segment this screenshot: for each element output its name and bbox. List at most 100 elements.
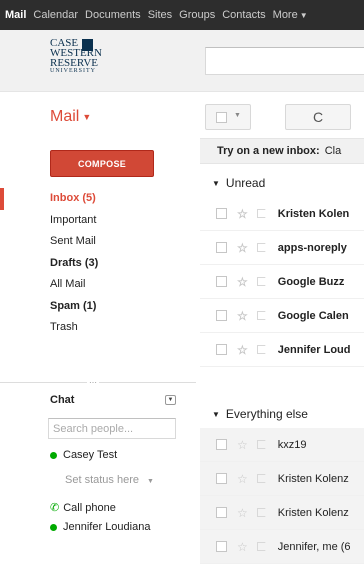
row-checkbox[interactable] [216, 507, 227, 518]
university-logo[interactable]: CASE WESTERN RESERVE UNIVERSITY [50, 38, 114, 86]
sidebar-item-inbox[interactable]: Inbox (5) [0, 188, 196, 210]
row-sender: Kristen Kolenz [277, 506, 349, 519]
row-sender: kxz19 [277, 438, 307, 451]
seal-icon [82, 39, 93, 51]
logo-line-3: RESERVE [50, 57, 99, 69]
tip-link[interactable]: Cla [325, 145, 342, 157]
table-row[interactable]: ☆ Jennifer Loud [200, 333, 364, 367]
topnav-groups[interactable]: Groups [179, 9, 215, 21]
call-phone-link[interactable]: ✆ Call phone [50, 501, 116, 515]
row-checkbox[interactable] [216, 208, 227, 219]
everything-else-list: ☆ kxz19 ☆ Kristen Kolenz ☆ Kristen Kolen… [200, 428, 364, 564]
star-icon[interactable]: ☆ [237, 309, 248, 323]
phone-icon: ✆ [50, 502, 60, 514]
row-checkbox[interactable] [216, 242, 227, 253]
unread-list: ☆ Kristen Kolen ☆ apps-noreply ☆ Google … [200, 197, 364, 367]
importance-marker-icon[interactable] [256, 345, 268, 354]
importance-marker-icon[interactable] [256, 311, 268, 320]
collapse-triangle-icon: ▼ [212, 410, 220, 420]
table-row[interactable]: ☆ Kristen Kolen [200, 197, 364, 231]
row-sender: Google Calen [277, 309, 349, 322]
online-status-icon [50, 523, 57, 531]
row-checkbox[interactable] [216, 439, 227, 450]
checkbox-icon [216, 112, 227, 123]
drag-handle-icon[interactable]: ⋯ [87, 378, 99, 387]
table-row[interactable]: ☆ Jennifer, me (6 [200, 530, 364, 564]
sidebar-item-all-mail[interactable]: All Mail [0, 274, 196, 296]
chat-title: Chat [50, 394, 75, 406]
compose-button[interactable]: COMPOSE [50, 150, 154, 177]
star-icon[interactable]: ☆ [237, 241, 248, 255]
importance-marker-icon[interactable] [256, 209, 268, 218]
chevron-down-icon: ▼ [234, 112, 241, 119]
sidebar-item-spam[interactable]: Spam (1) [0, 296, 196, 318]
table-row[interactable]: ☆ Google Buzz [200, 265, 364, 299]
star-icon[interactable]: ☆ [237, 472, 248, 486]
chevron-down-icon: ▼ [147, 478, 154, 485]
sidebar-item-drafts[interactable]: Drafts (3) [0, 253, 196, 275]
star-icon[interactable]: ☆ [237, 540, 248, 554]
select-checkbox-dropdown[interactable]: ▼ [205, 104, 251, 130]
row-checkbox[interactable] [216, 473, 227, 484]
refresh-icon: C [312, 109, 324, 125]
mail-app-switcher[interactable]: Mail ▼ [50, 108, 91, 126]
sidebar-item-important[interactable]: Important [0, 210, 196, 232]
row-sender: Kristen Kolenz [277, 472, 349, 485]
row-sender: Jennifer, me (6 [277, 540, 351, 553]
topnav-calendar[interactable]: Calendar [33, 9, 78, 21]
refresh-button[interactable]: C [285, 104, 351, 130]
topnav-more[interactable]: More ▼ [273, 9, 308, 21]
topnav-mail[interactable]: Mail [5, 9, 26, 21]
table-row[interactable]: ☆ Kristen Kolenz [200, 496, 364, 530]
row-checkbox[interactable] [216, 541, 227, 552]
set-status-dropdown[interactable]: Set status here ▼ [65, 474, 154, 486]
set-status-label: Set status here [65, 474, 139, 486]
importance-marker-icon[interactable] [256, 243, 268, 252]
inbox-type-tip: Try on a new inbox: Cla [200, 138, 364, 164]
call-phone-label: Call phone [63, 501, 116, 514]
topnav-documents[interactable]: Documents [85, 9, 141, 21]
mail-toolbar: ▼ C [196, 92, 364, 136]
row-checkbox[interactable] [216, 344, 227, 355]
chat-self-name: Casey Test [63, 449, 118, 461]
sidebar-item-sent-mail[interactable]: Sent Mail [0, 231, 196, 253]
topnav-more-label: More [272, 9, 298, 21]
row-sender: apps-noreply [277, 241, 347, 254]
sidebar-item-trash[interactable]: Trash [0, 317, 196, 339]
table-row[interactable]: ☆ Kristen Kolenz [200, 462, 364, 496]
search-input[interactable] [205, 47, 364, 75]
importance-marker-icon[interactable] [256, 277, 268, 286]
section-everything-else-header[interactable]: ▼ Everything else [200, 407, 308, 421]
row-sender: Jennifer Loud [277, 343, 351, 356]
chat-search-input[interactable] [49, 419, 175, 438]
star-icon[interactable]: ☆ [237, 506, 248, 520]
section-unread-header[interactable]: ▼ Unread [200, 176, 265, 190]
tip-heading: Try on a new inbox: [217, 145, 320, 157]
mail-title-label: Mail [50, 108, 80, 125]
topnav-sites[interactable]: Sites [148, 9, 172, 21]
importance-marker-icon[interactable] [256, 474, 268, 483]
table-row[interactable]: ☆ apps-noreply [200, 231, 364, 265]
chat-search-field[interactable] [48, 418, 176, 439]
chat-self[interactable]: Casey Test [50, 449, 117, 461]
star-icon[interactable]: ☆ [237, 438, 248, 452]
star-icon[interactable]: ☆ [237, 207, 248, 221]
section-unread-label: Unread [225, 176, 266, 190]
star-icon[interactable]: ☆ [237, 275, 248, 289]
importance-marker-icon[interactable] [256, 440, 268, 449]
label-list: Inbox (5) Important Sent Mail Drafts (3)… [0, 188, 196, 339]
row-checkbox[interactable] [216, 310, 227, 321]
logo-line-4: UNIVERSITY [50, 68, 96, 74]
importance-marker-icon[interactable] [256, 508, 268, 517]
topnav-contacts[interactable]: Contacts [222, 9, 265, 21]
chat-options-icon[interactable]: ▼ [165, 395, 176, 405]
table-row[interactable]: ☆ kxz19 [200, 428, 364, 462]
top-navigation-bar: Mail Calendar Documents Sites Groups Con… [0, 0, 364, 30]
table-row[interactable]: ☆ Google Calen [200, 299, 364, 333]
importance-marker-icon[interactable] [256, 542, 268, 551]
online-status-icon [50, 451, 57, 459]
row-checkbox[interactable] [216, 276, 227, 287]
star-icon[interactable]: ☆ [237, 343, 248, 357]
chat-contact[interactable]: Jennifer Loudiana [50, 521, 150, 533]
chevron-down-icon: ▼ [82, 111, 92, 122]
